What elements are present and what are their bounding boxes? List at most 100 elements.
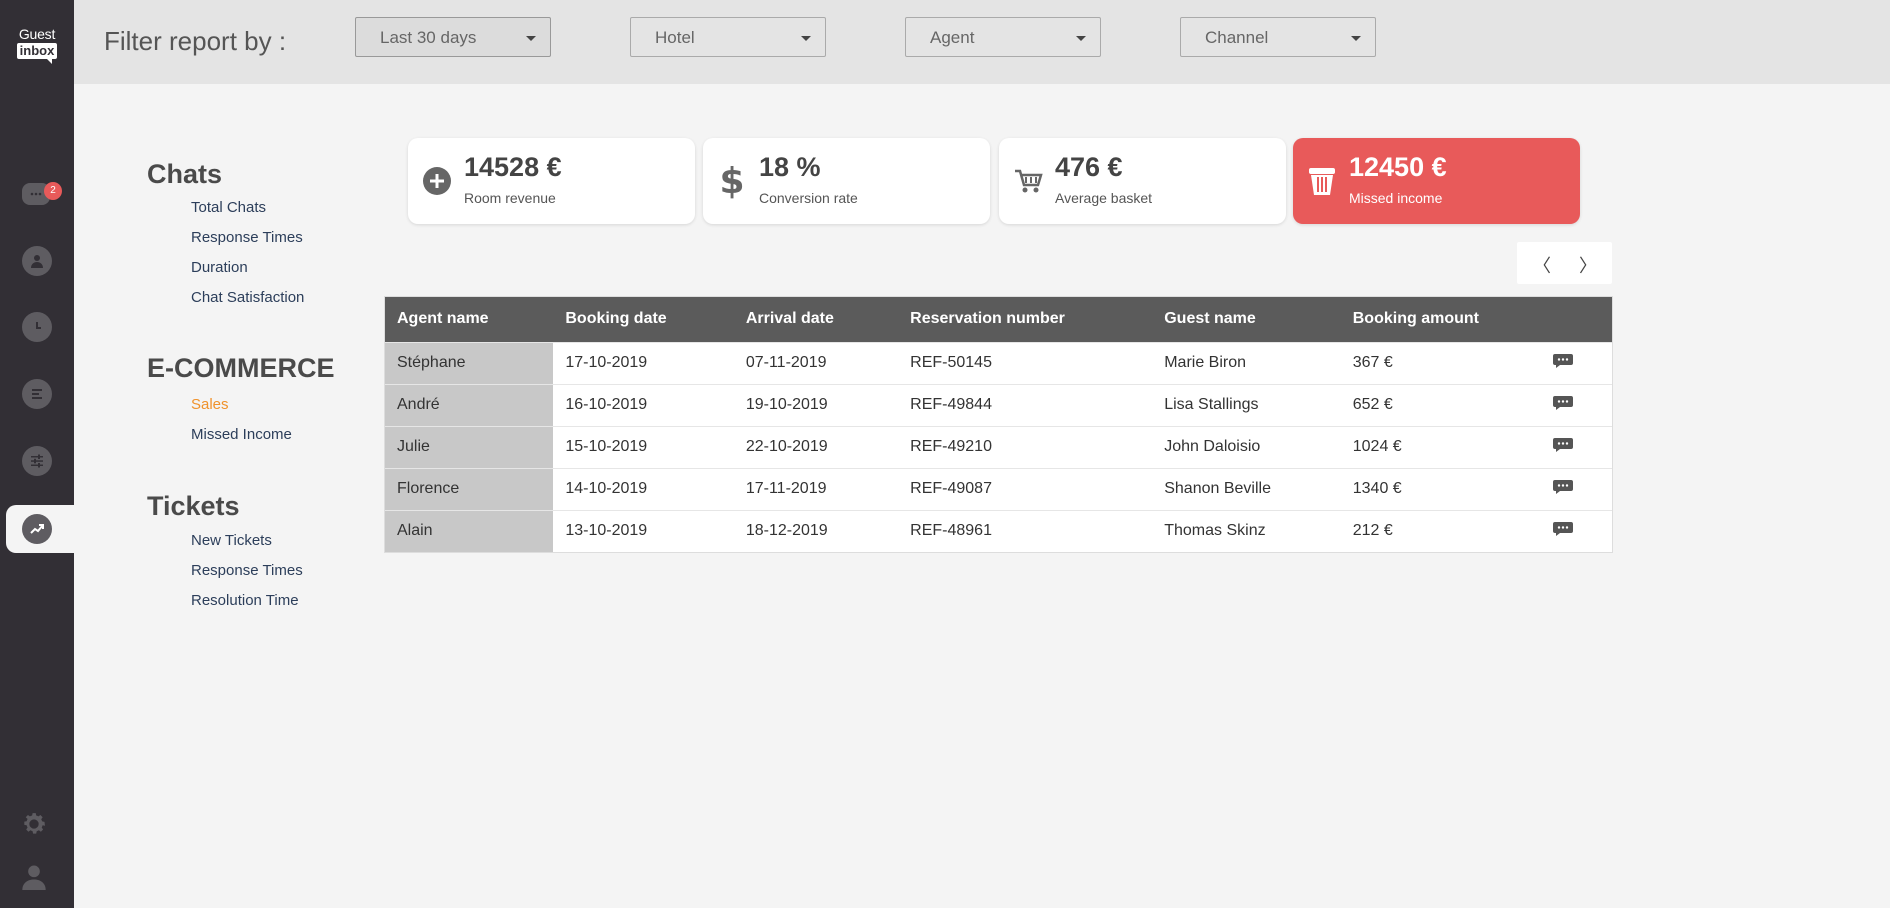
average-basket-value: 476 € <box>1055 152 1123 182</box>
chat-bubble-icon <box>30 192 42 196</box>
chevron-down-icon <box>526 36 536 41</box>
cell-reservation-number: REF-49844 <box>898 383 1153 426</box>
cart-icon <box>1011 164 1045 198</box>
menu-item-ticket-response-times[interactable]: Response Times <box>191 562 303 579</box>
menu-item-missed-income[interactable]: Missed Income <box>191 426 292 443</box>
menu-section-chats: Chats <box>147 159 223 189</box>
history-nav-icon[interactable] <box>22 312 52 342</box>
header-booking-date[interactable]: Booking date <box>553 297 734 342</box>
cell-booking-date: 15-10-2019 <box>553 425 734 468</box>
logo-text-guest: Guest <box>18 26 56 42</box>
cell-reservation-number: REF-49087 <box>898 467 1153 510</box>
table-row[interactable]: Alain 13-10-2019 18-12-2019 REF-48961 Th… <box>385 509 1612 552</box>
chat-bubble-icon[interactable] <box>1553 479 1574 494</box>
missed-income-value: 12450 € <box>1349 152 1447 182</box>
menu-item-new-tickets[interactable]: New Tickets <box>191 532 272 549</box>
date-range-value: Last 30 days <box>380 28 477 47</box>
table-row[interactable]: Stéphane 17-10-2019 07-11-2019 REF-50145… <box>385 341 1612 384</box>
cell-agent-name: Julie <box>385 425 554 468</box>
chat-bubble-icon[interactable] <box>1553 437 1574 452</box>
cell-booking-amount: 1024 € <box>1340 425 1554 468</box>
trend-up-icon <box>30 524 44 534</box>
cell-actions <box>1553 467 1612 510</box>
cell-booking-amount: 1340 € <box>1340 467 1554 510</box>
filter-bar: Filter report by : Last 30 days Hotel Ag… <box>74 0 1890 84</box>
menu-item-total-chats[interactable]: Total Chats <box>191 199 266 216</box>
table-pager: 〈 〉 <box>1517 242 1612 284</box>
reports-nav-icon[interactable] <box>22 514 52 544</box>
cell-agent-name: André <box>385 383 554 426</box>
cell-guest-name: Thomas Skinz <box>1152 509 1341 552</box>
settings-gear-icon[interactable] <box>20 810 48 838</box>
stat-card-conversion-rate: $ 18 % Conversion rate <box>703 138 990 224</box>
chevron-down-icon <box>1351 36 1361 41</box>
cell-actions <box>1553 425 1612 468</box>
header-reservation-number[interactable]: Reservation number <box>898 297 1153 342</box>
cell-agent-name: Florence <box>385 467 554 510</box>
menu-item-chat-satisfaction[interactable]: Chat Satisfaction <box>191 289 304 306</box>
cell-arrival-date: 07-11-2019 <box>733 341 899 384</box>
menu-section-ecommerce: E-COMMERCE <box>147 353 335 383</box>
user-icon <box>31 255 43 268</box>
cell-booking-amount: 652 € <box>1340 383 1554 426</box>
table-row[interactable]: Julie 15-10-2019 22-10-2019 REF-49210 Jo… <box>385 425 1612 468</box>
date-range-select[interactable]: Last 30 days <box>355 17 551 57</box>
stat-card-average-basket: 476 € Average basket <box>999 138 1286 224</box>
agent-select[interactable]: Agent <box>905 17 1101 57</box>
app-logo[interactable]: Guest inbox <box>13 26 61 70</box>
next-page-button[interactable]: 〉 <box>1579 252 1597 278</box>
channel-select[interactable]: Channel <box>1180 17 1376 57</box>
menu-item-resolution-time[interactable]: Resolution Time <box>191 592 299 609</box>
cell-booking-date: 17-10-2019 <box>553 341 734 384</box>
chat-bubble-icon[interactable] <box>1553 521 1574 536</box>
plus-circle-icon <box>420 164 454 198</box>
cell-actions <box>1553 383 1612 426</box>
header-arrival-date[interactable]: Arrival date <box>733 297 899 342</box>
prev-page-button[interactable]: 〈 <box>1533 252 1551 278</box>
missed-income-label: Missed income <box>1349 190 1443 206</box>
stat-card-missed-income: 12450 € Missed income <box>1293 138 1580 224</box>
menu-item-response-times[interactable]: Response Times <box>191 229 303 246</box>
conversion-rate-value: 18 % <box>759 152 821 182</box>
table-row[interactable]: André 16-10-2019 19-10-2019 REF-49844 Li… <box>385 383 1612 426</box>
cell-booking-amount: 212 € <box>1340 509 1554 552</box>
hotel-value: Hotel <box>655 28 695 47</box>
header-booking-amount[interactable]: Booking amount <box>1340 297 1554 342</box>
settings-sliders-nav-icon[interactable] <box>22 446 52 476</box>
document-lines-icon <box>32 389 42 399</box>
cell-guest-name: John Daloisio <box>1152 425 1341 468</box>
cell-agent-name: Alain <box>385 509 554 552</box>
templates-nav-icon[interactable] <box>22 379 52 409</box>
header-guest-name[interactable]: Guest name <box>1152 297 1341 342</box>
menu-item-duration[interactable]: Duration <box>191 259 248 276</box>
cell-reservation-number: REF-50145 <box>898 341 1153 384</box>
menu-item-sales[interactable]: Sales <box>191 396 229 413</box>
chat-bubble-icon[interactable] <box>1553 353 1574 368</box>
table-row[interactable]: Florence 14-10-2019 17-11-2019 REF-49087… <box>385 467 1612 510</box>
room-revenue-label: Room revenue <box>464 190 556 206</box>
cell-agent-name: Stéphane <box>385 341 554 384</box>
cell-guest-name: Marie Biron <box>1152 341 1341 384</box>
contacts-nav-icon[interactable] <box>22 246 52 276</box>
cell-arrival-date: 17-11-2019 <box>733 467 899 510</box>
hotel-select[interactable]: Hotel <box>630 17 826 57</box>
cell-reservation-number: REF-49210 <box>898 425 1153 468</box>
chat-bubble-icon[interactable] <box>1553 395 1574 410</box>
cell-booking-date: 14-10-2019 <box>553 467 734 510</box>
conversion-rate-label: Conversion rate <box>759 190 858 206</box>
sidebar: Guest inbox 2 <box>0 0 74 908</box>
cell-guest-name: Shanon Beville <box>1152 467 1341 510</box>
header-agent-name[interactable]: Agent name <box>385 297 554 342</box>
chevron-down-icon <box>801 36 811 41</box>
chat-notification-badge: 2 <box>44 182 62 200</box>
table-header-row: Agent name Booking date Arrival date Res… <box>385 297 1612 342</box>
room-revenue-value: 14528 € <box>464 152 562 182</box>
cell-booking-date: 16-10-2019 <box>553 383 734 426</box>
bucket-icon <box>1305 164 1339 198</box>
cell-booking-amount: 367 € <box>1340 341 1554 384</box>
cell-actions <box>1553 341 1612 384</box>
channel-value: Channel <box>1205 28 1269 47</box>
profile-icon[interactable] <box>20 862 48 890</box>
cell-guest-name: Lisa Stallings <box>1152 383 1341 426</box>
sales-table: Agent name Booking date Arrival date Res… <box>384 296 1613 553</box>
